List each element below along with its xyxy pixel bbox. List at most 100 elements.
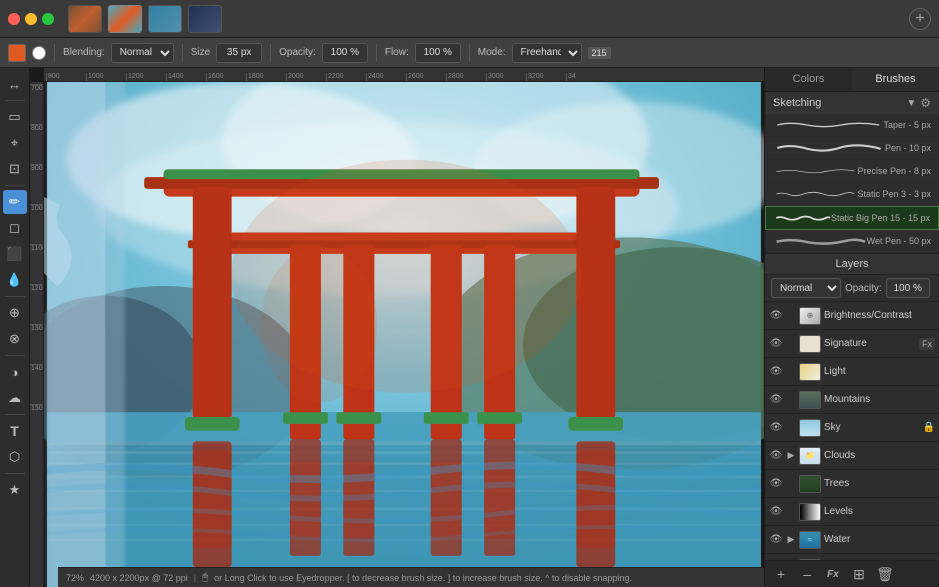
layer-brightness[interactable]: 👁 ⊕ Brightness/Contrast bbox=[765, 302, 939, 330]
status-bar: 72% 4200 x 2200px @ 72 ppi | 🖱 or Long C… bbox=[58, 567, 764, 587]
brush-label-wetpen: Wet Pen - 50 px bbox=[867, 236, 931, 246]
doc-tab-4[interactable] bbox=[188, 5, 222, 33]
tool-clone[interactable]: ⊗ bbox=[3, 327, 27, 351]
tool-shape[interactable]: ⬡ bbox=[3, 445, 27, 469]
tool-eraser[interactable]: ◻ bbox=[3, 216, 27, 240]
brush-item-precise[interactable]: Precise Pen - 8 px bbox=[765, 160, 939, 183]
background-color[interactable] bbox=[32, 46, 46, 60]
tool-dodge[interactable]: ◑ bbox=[3, 360, 27, 384]
tool-smudge[interactable]: ☁ bbox=[3, 386, 27, 410]
ruler-top: 800 1000 1200 1400 1600 1800 2000 2200 2… bbox=[44, 68, 764, 82]
tool-heal[interactable]: ⊕ bbox=[3, 301, 27, 325]
tool-brush[interactable]: ✏ bbox=[3, 190, 27, 214]
layer-opacity-input[interactable] bbox=[886, 278, 930, 298]
layer-sky[interactable]: 👁 Sky 🔒 bbox=[765, 414, 939, 442]
layer-eye-trees[interactable]: 👁 bbox=[769, 477, 783, 491]
separator4 bbox=[5, 355, 25, 356]
tool-star[interactable]: ★ bbox=[3, 478, 27, 502]
layer-thumb-levels bbox=[799, 503, 821, 521]
layer-light[interactable]: 👁 Light bbox=[765, 358, 939, 386]
layer-eye-brightness[interactable]: 👁 bbox=[769, 309, 783, 323]
dimensions: 4200 x 2200px @ 72 ppi bbox=[90, 573, 188, 583]
layer-eye-sky[interactable]: 👁 bbox=[769, 421, 783, 435]
layer-fx-badge: Fx bbox=[919, 338, 935, 350]
separator bbox=[5, 100, 25, 101]
layer-eye-light[interactable]: 👁 bbox=[769, 365, 783, 379]
maximize-button[interactable] bbox=[42, 13, 54, 25]
brush-stroke-static3 bbox=[773, 186, 857, 202]
layer-opacity-label: Opacity: bbox=[845, 283, 882, 294]
separator2 bbox=[5, 185, 25, 186]
layer-expand-water[interactable]: ▶ bbox=[786, 535, 796, 545]
layer-levels[interactable]: 👁 Levels bbox=[765, 498, 939, 526]
ruler-mark: 2800 bbox=[446, 73, 486, 81]
tool-eyedropper[interactable]: 💧 bbox=[3, 268, 27, 292]
layer-eye-clouds[interactable]: 👁 bbox=[769, 449, 783, 463]
mode-select[interactable]: Freehand bbox=[512, 43, 582, 63]
tool-fill[interactable]: ⬛ bbox=[3, 242, 27, 266]
layer-thumb-light bbox=[799, 363, 821, 381]
add-tab-button[interactable]: + bbox=[909, 8, 931, 30]
layer-name-sky: Sky bbox=[824, 422, 920, 433]
doc-tab-2[interactable] bbox=[108, 5, 142, 33]
brush-item-wetpen[interactable]: Wet Pen - 50 px bbox=[765, 230, 939, 253]
painting-canvas bbox=[44, 82, 764, 587]
layer-eye-levels[interactable]: 👁 bbox=[769, 505, 783, 519]
separator5 bbox=[5, 414, 25, 415]
ruler-mark: 800 bbox=[46, 73, 86, 81]
tool-marquee[interactable]: ▭ bbox=[3, 105, 27, 129]
trash-button[interactable]: 🗑 bbox=[875, 564, 895, 584]
tab-colors[interactable]: Colors bbox=[765, 68, 852, 91]
blending-select[interactable]: Normal bbox=[111, 43, 174, 63]
flow-input[interactable] bbox=[415, 43, 461, 63]
delete-layer-button[interactable]: – bbox=[797, 564, 817, 584]
tool-text[interactable]: T bbox=[3, 419, 27, 443]
layer-blend-select[interactable]: Normal bbox=[771, 278, 841, 298]
layer-thumb-clouds: 📁 bbox=[799, 447, 821, 465]
ruler-mark: 2400 bbox=[366, 73, 406, 81]
tab-brushes[interactable]: Brushes bbox=[852, 68, 939, 91]
layer-mountains[interactable]: 👁 Mountains bbox=[765, 386, 939, 414]
opacity-input[interactable] bbox=[322, 43, 368, 63]
tool-move[interactable]: ↔ bbox=[3, 72, 27, 96]
tool-crop[interactable]: ⊡ bbox=[3, 157, 27, 181]
layer-expand-clouds[interactable]: ▶ bbox=[786, 451, 796, 461]
canvas-content[interactable]: 72% 4200 x 2200px @ 72 ppi | 🖱 or Long C… bbox=[44, 82, 764, 587]
brush-item-staticbig[interactable]: Static Big Pen 15 - 15 px bbox=[765, 206, 939, 230]
layer-eye-mountains[interactable]: 👁 bbox=[769, 393, 783, 407]
close-button[interactable] bbox=[8, 13, 20, 25]
brushes-gear-icon[interactable]: ⚙ bbox=[920, 96, 931, 110]
add-layer-button[interactable]: + bbox=[771, 564, 791, 584]
layer-water[interactable]: 👁 ▶ ≈ Water bbox=[765, 526, 939, 554]
layer-eye-water[interactable]: 👁 bbox=[769, 533, 783, 547]
doc-tab-1[interactable] bbox=[68, 5, 102, 33]
panel-tabs: Colors Brushes bbox=[765, 68, 939, 92]
ruler-mark: 1400 bbox=[166, 73, 206, 81]
brush-label-static3: Static Pen 3 - 3 px bbox=[857, 189, 931, 199]
category-dropdown-icon[interactable]: ▼ bbox=[906, 98, 916, 109]
mode-label: Mode: bbox=[478, 47, 506, 58]
size-input[interactable] bbox=[216, 43, 262, 63]
brush-item-static3[interactable]: Static Pen 3 - 3 px bbox=[765, 183, 939, 206]
minimize-button[interactable] bbox=[25, 13, 37, 25]
layers-header: Layers bbox=[765, 253, 939, 275]
tool-lasso[interactable]: ⌖ bbox=[3, 131, 27, 155]
ruler-mark: 3200 bbox=[526, 73, 566, 81]
titlebar: + bbox=[0, 0, 939, 38]
layer-signature[interactable]: 👁 Signature Fx bbox=[765, 330, 939, 358]
group-layer-button[interactable]: ⊞ bbox=[849, 564, 869, 584]
doc-tab-3[interactable] bbox=[148, 5, 182, 33]
fx-button[interactable]: Fx bbox=[823, 564, 843, 584]
layer-thumb-signature bbox=[799, 335, 821, 353]
brush-item-taper[interactable]: Taper - 5 px bbox=[765, 114, 939, 137]
layer-clouds[interactable]: 👁 ▶ 📁 Clouds bbox=[765, 442, 939, 470]
layer-lock-icon: 🔒 bbox=[923, 422, 935, 433]
brush-item-pen[interactable]: Pen - 10 px bbox=[765, 137, 939, 160]
layer-trees[interactable]: 👁 Trees bbox=[765, 470, 939, 498]
left-toolbar: ↔ ▭ ⌖ ⊡ ✏ ◻ ⬛ 💧 ⊕ ⊗ ◑ ☁ T ⬡ ★ bbox=[0, 68, 30, 587]
foreground-color[interactable] bbox=[8, 44, 26, 62]
separator6 bbox=[5, 473, 25, 474]
layer-eye-signature[interactable]: 👁 bbox=[769, 337, 783, 351]
canvas-area[interactable]: 800 1000 1200 1400 1600 1800 2000 2200 2… bbox=[30, 68, 764, 587]
brush-stroke-staticbig bbox=[774, 210, 831, 226]
